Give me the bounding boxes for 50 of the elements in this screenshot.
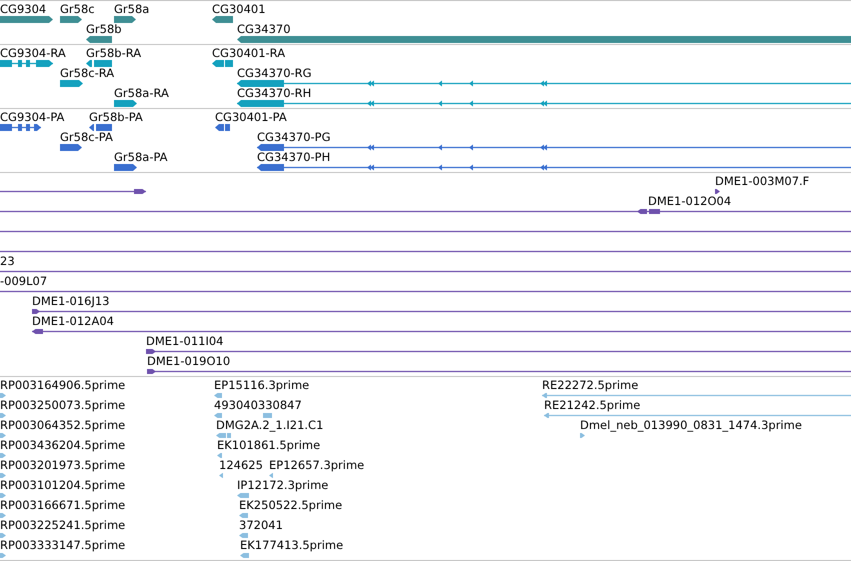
- feature-label: CG30401: [212, 3, 266, 16]
- feature-label: EK250522.5prime: [239, 499, 342, 512]
- feature-label: EP12657.3prime: [269, 459, 364, 472]
- feature-label: 23: [0, 255, 15, 268]
- feature-label: CG34370-RH: [237, 87, 312, 100]
- feature-label: CG34370-PH: [257, 151, 330, 164]
- feature-label: Gr58b-PA: [89, 111, 143, 124]
- feature-label: DME1-012A04: [32, 315, 114, 328]
- feature-label: RP003225241.5prime: [0, 519, 126, 532]
- feature-label: DME1-016J13: [32, 295, 110, 308]
- feature-label: RP003333147.5prime: [0, 539, 126, 552]
- feature-label: Gr58c-PA: [60, 131, 113, 144]
- feature-label: Dmel_neb_013990_0831_1474.3prime: [580, 419, 802, 432]
- feature-label: EK101861.5prime: [217, 439, 320, 452]
- feature-label: Gr58a-PA: [114, 151, 168, 164]
- feature-label: DME1-012O04: [648, 195, 732, 208]
- feature-label: CG9304: [0, 3, 46, 16]
- feature-label: EP15116.3prime: [214, 379, 310, 392]
- feature-label: DMG2A.2_1.I21.C1: [216, 419, 324, 432]
- feature-label: Gr58a-RA: [114, 87, 169, 100]
- feature-label: RP003250073.5prime: [0, 399, 126, 412]
- feature-label: -009L07: [0, 275, 48, 288]
- feature-label: DME1-011I04: [146, 335, 224, 348]
- feature-label: RP003166671.5prime: [0, 499, 126, 512]
- feature-label: 124625: [219, 459, 263, 472]
- feature-label: DME1-003M07.F: [715, 175, 810, 188]
- feature-label: Gr58b: [86, 23, 122, 36]
- feature-label: CG9304-PA: [0, 111, 64, 124]
- feature-label: CG34370-RG: [237, 67, 312, 80]
- feature-label: RE22272.5prime: [542, 379, 638, 392]
- feature-label: RP003436204.5prime: [0, 439, 126, 452]
- feature-label: CG9304-RA: [0, 47, 66, 60]
- feature-label: Gr58c-RA: [60, 67, 114, 80]
- feature-label: RP003164906.5prime: [0, 379, 126, 392]
- feature-label: CG34370-PG: [257, 131, 331, 144]
- feature-label: IP12172.3prime: [237, 479, 328, 492]
- feature-label: Gr58a: [114, 3, 150, 16]
- feature-label: CG30401-PA: [215, 111, 287, 124]
- feature-label: CG30401-RA: [212, 47, 286, 60]
- feature-label: Gr58c: [60, 3, 95, 16]
- feature-label: RP003101204.5prime: [0, 479, 126, 492]
- feature-label: 372041: [239, 519, 283, 532]
- feature-label: RP003201973.5prime: [0, 459, 126, 472]
- feature-label: Gr58b-RA: [86, 47, 142, 60]
- feature-label: 493040330847: [214, 399, 302, 412]
- feature-label: EK177413.5prime: [240, 539, 344, 552]
- feature-label: RP003064352.5prime: [0, 419, 126, 432]
- feature-label: RE21242.5prime: [544, 399, 640, 412]
- feature-label: DME1-019O10: [147, 355, 230, 368]
- feature-label: CG34370: [237, 23, 291, 36]
